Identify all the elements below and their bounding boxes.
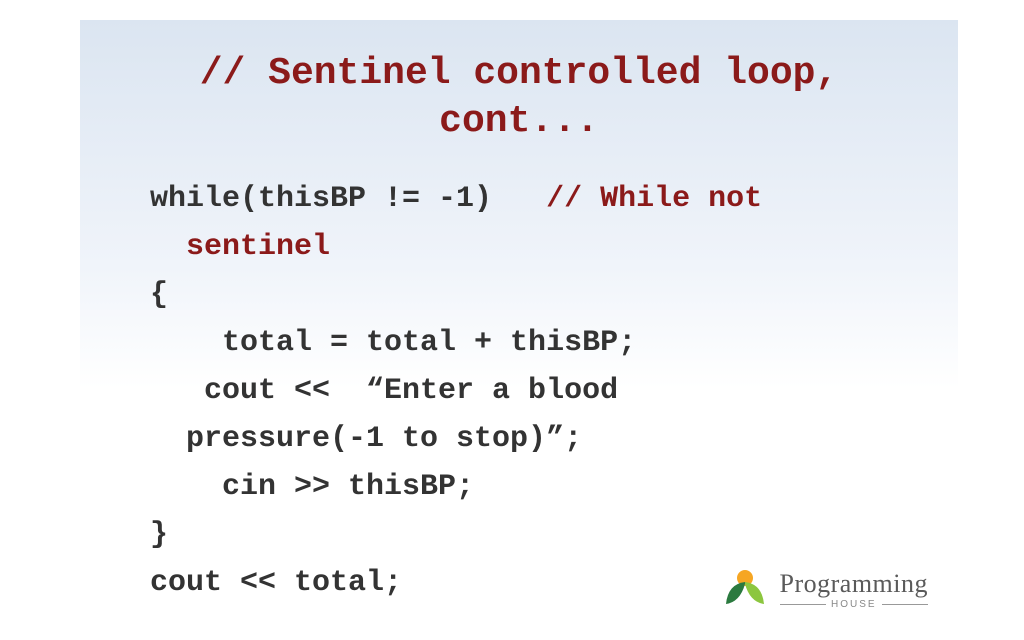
- code-line-6: pressure(-1 to stop)”;: [150, 422, 582, 456]
- code-comment-2: sentinel: [150, 230, 330, 264]
- logo-main-text: Programming: [780, 569, 929, 599]
- code-line-4: total = total + thisBP;: [150, 326, 636, 360]
- code-line-1a: while(thisBP != -1): [150, 182, 546, 216]
- code-line-3: {: [150, 278, 168, 312]
- logo-sub-row: HOUSE: [780, 599, 929, 610]
- code-line-7: cin >> thisBP;: [150, 470, 474, 504]
- leaf-logo-icon: [720, 564, 770, 614]
- logo-divider-left: [780, 604, 826, 605]
- code-comment-1: // While not: [546, 182, 762, 216]
- logo: Programming HOUSE: [720, 564, 929, 614]
- code-line-8: }: [150, 518, 168, 552]
- code-block: while(thisBP != -1) // While not sentine…: [130, 175, 908, 607]
- logo-divider-right: [882, 604, 928, 605]
- logo-sub-text: HOUSE: [831, 599, 877, 610]
- slide-container: // Sentinel controlled loop, cont... whi…: [80, 20, 958, 634]
- slide-title: // Sentinel controlled loop, cont...: [130, 50, 908, 145]
- code-line-5: cout << “Enter a blood: [150, 374, 618, 408]
- logo-text: Programming HOUSE: [780, 569, 929, 610]
- code-line-9: cout << total;: [150, 566, 402, 600]
